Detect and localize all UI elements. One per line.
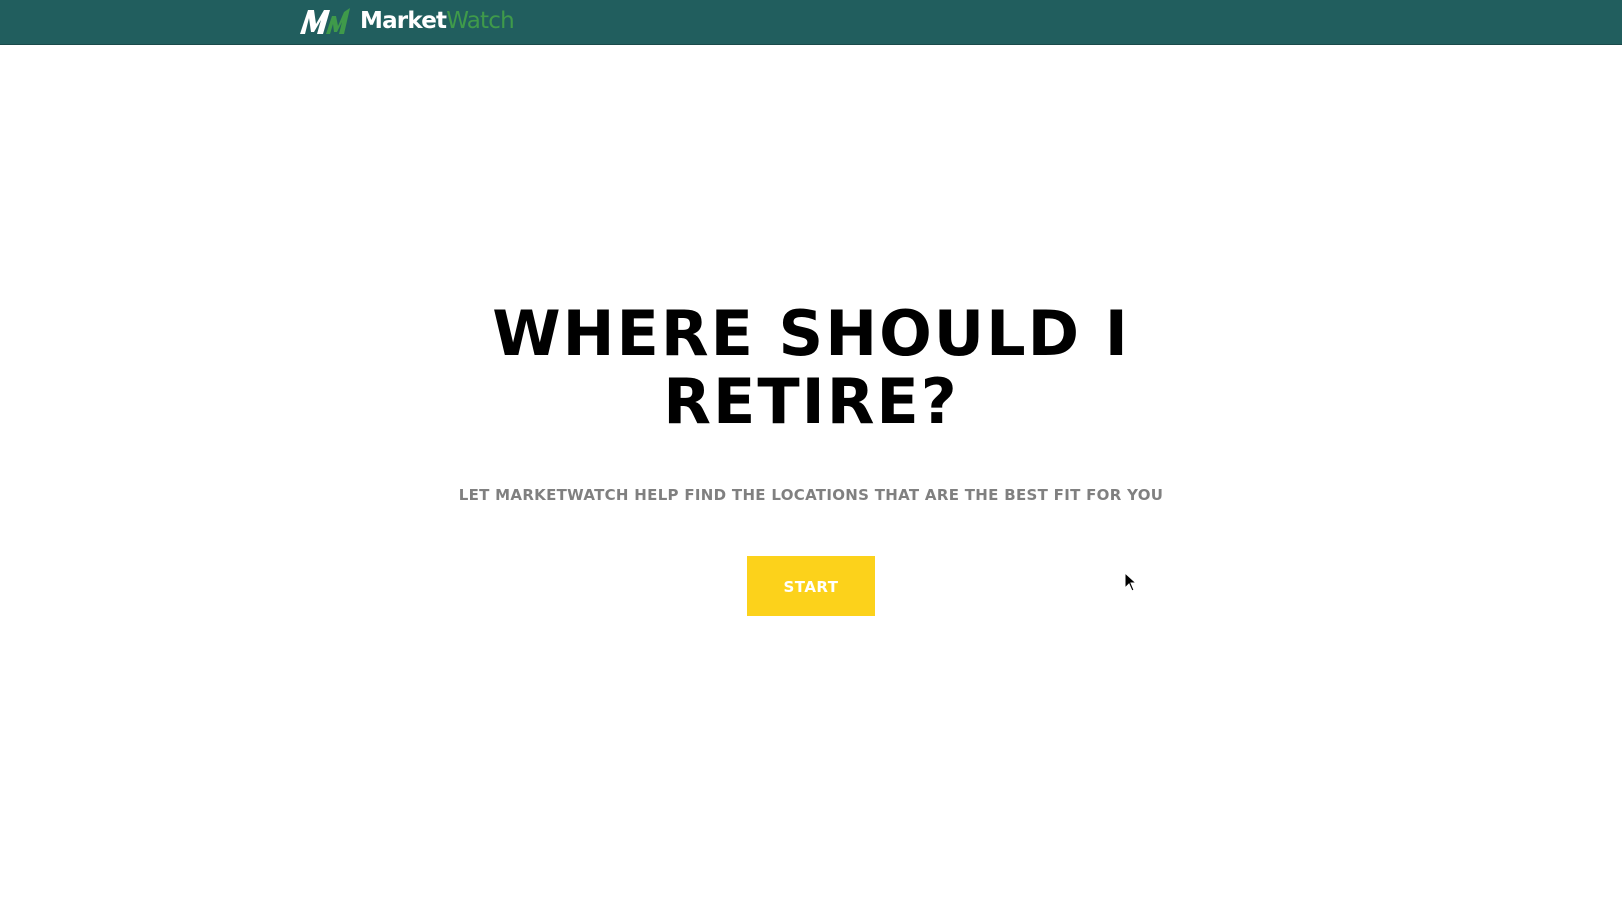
logo-wordmark: MarketWatch [360, 6, 515, 36]
marketwatch-logo-icon [300, 8, 350, 34]
logo-word-watch: Watch [446, 8, 514, 34]
page-title: WHERE SHOULD I RETIRE? [492, 297, 1130, 438]
page-subtitle: LET MARKETWATCH HELP FIND THE LOCATIONS … [458, 486, 1164, 504]
logo-word-market: Market [360, 8, 447, 34]
start-button[interactable]: START [747, 556, 875, 616]
hero-section: WHERE SHOULD I RETIRE? LET MARKETWATCH H… [0, 300, 1622, 616]
marketwatch-logo[interactable]: MarketWatch [298, 4, 515, 38]
site-header: MarketWatch [0, 0, 1622, 45]
mouse-pointer-icon [1124, 572, 1138, 592]
